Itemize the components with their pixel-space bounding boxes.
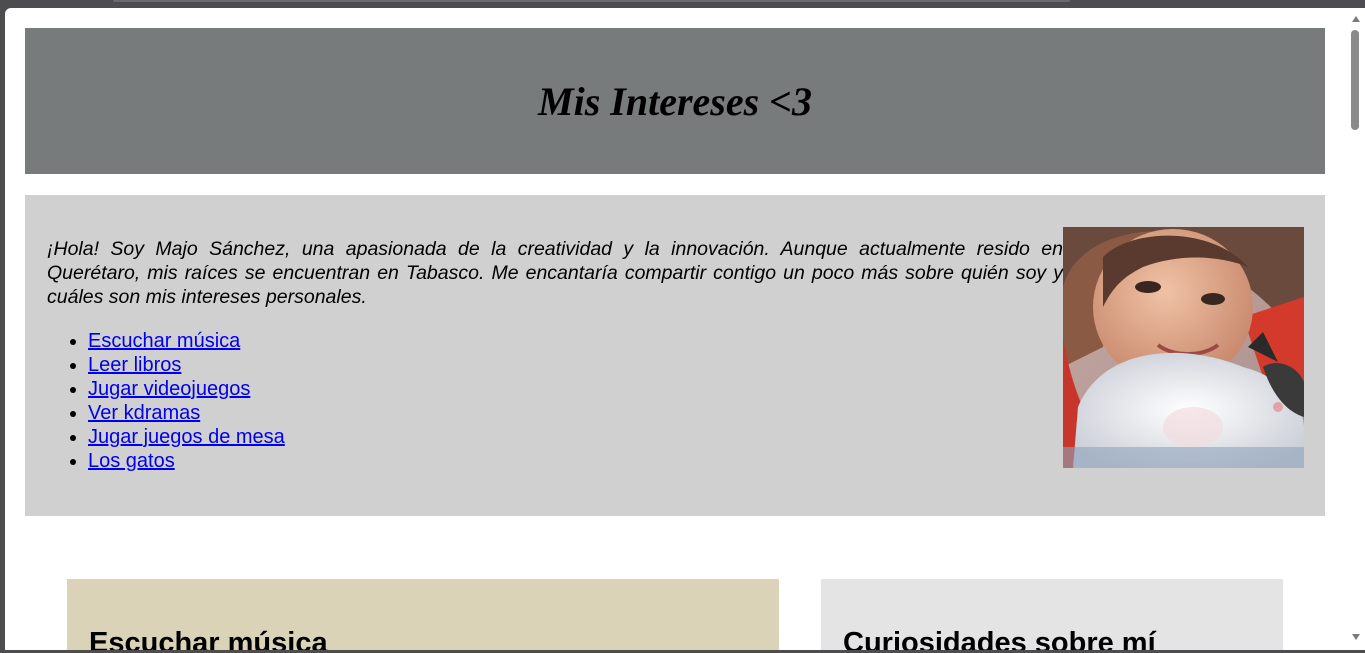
list-item: Ver kdramas xyxy=(88,401,285,425)
interests-list: Escuchar música Leer libros Jugar videoj… xyxy=(47,329,285,473)
scrollbar-thumb[interactable] xyxy=(1351,30,1359,130)
music-card-title: Escuchar música xyxy=(89,627,328,650)
scroll-up-icon[interactable] xyxy=(1352,16,1360,22)
list-item: Jugar juegos de mesa xyxy=(88,425,285,449)
profile-photo xyxy=(1063,227,1304,468)
list-item: Escuchar música xyxy=(88,329,285,353)
page-title: Mis Intereses <3 xyxy=(538,78,812,124)
link-leer-libros[interactable]: Leer libros xyxy=(88,354,181,376)
list-item: Los gatos xyxy=(88,449,285,473)
browser-top-strip xyxy=(0,0,1365,8)
page-viewport: Mis Intereses <3 ¡Hola! Soy Majo Sánchez… xyxy=(5,8,1348,650)
link-los-gatos[interactable]: Los gatos xyxy=(88,450,175,472)
list-item: Leer libros xyxy=(88,353,285,377)
link-juegos-de-mesa[interactable]: Jugar juegos de mesa xyxy=(88,426,285,448)
music-card: Escuchar música xyxy=(67,579,779,650)
scroll-down-icon[interactable] xyxy=(1352,634,1360,640)
link-jugar-videojuegos[interactable]: Jugar videojuegos xyxy=(88,378,250,400)
intro-text: ¡Hola! Soy Majo Sánchez, una apasionada … xyxy=(47,238,1063,308)
list-item: Jugar videojuegos xyxy=(88,377,285,401)
browser-tab-edge xyxy=(113,0,1070,2)
link-escuchar-musica[interactable]: Escuchar música xyxy=(88,330,240,352)
vertical-scrollbar[interactable] xyxy=(1348,8,1365,650)
curiosities-card-title: Curiosidades sobre mí xyxy=(843,627,1156,650)
page-header: Mis Intereses <3 xyxy=(25,28,1325,174)
intro-section: ¡Hola! Soy Majo Sánchez, una apasionada … xyxy=(25,195,1325,516)
curiosities-card: Curiosidades sobre mí xyxy=(821,579,1283,650)
link-ver-kdramas[interactable]: Ver kdramas xyxy=(88,402,200,424)
